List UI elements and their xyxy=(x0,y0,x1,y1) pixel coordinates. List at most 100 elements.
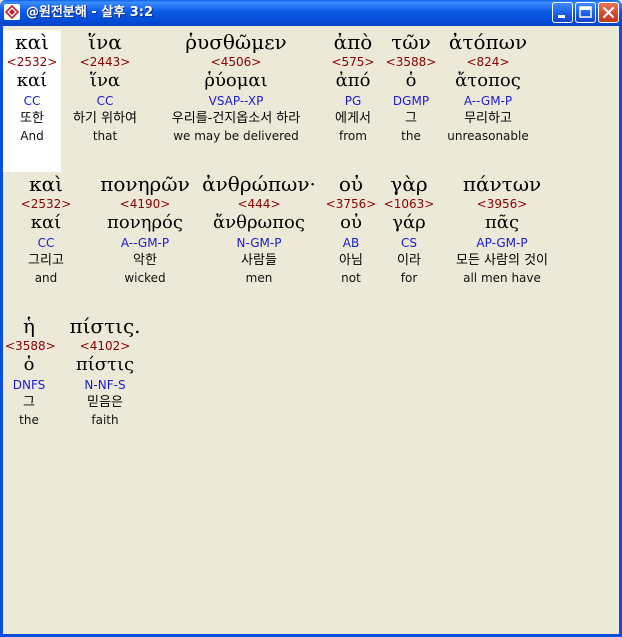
korean-gloss: 그리고 xyxy=(28,253,64,268)
greek-word: καὶ xyxy=(29,172,63,196)
strong-number[interactable]: <3956> xyxy=(441,196,563,212)
strong-number[interactable]: <4506> xyxy=(151,54,321,70)
word-block[interactable]: καὶ <2532> καί CC 또한 And xyxy=(3,30,61,172)
strong-number[interactable]: <2532> xyxy=(15,196,77,212)
strong-number[interactable]: <4102> xyxy=(61,338,149,354)
english-gloss: and xyxy=(34,271,58,285)
lemma: γάρ xyxy=(392,212,426,233)
close-button[interactable] xyxy=(598,2,619,23)
greek-word: καὶ xyxy=(15,30,49,54)
strong-number[interactable]: <1063> xyxy=(381,196,437,212)
greek-word: πίστις. xyxy=(69,314,141,338)
word-block[interactable]: τῶν <3588> ὁ DGMP 그 the xyxy=(385,30,437,144)
parsing-code: CC xyxy=(37,236,55,250)
word-block[interactable]: ἀπὸ <575> ἀπό PG 에게서 from xyxy=(325,30,381,144)
word-block[interactable]: γὰρ <1063> γάρ CS 이라 for xyxy=(381,172,437,286)
maximize-icon xyxy=(579,6,592,18)
greek-word: ἵνα xyxy=(88,30,122,54)
korean-gloss: 사람들 xyxy=(241,253,277,268)
english-gloss: the xyxy=(401,129,421,143)
lemma: ἵνα xyxy=(89,70,121,91)
interlinear-view: καὶ <2532> καί CC 또한 And ἵνα <2443> ἵνα … xyxy=(3,26,619,634)
strong-number[interactable]: <4190> xyxy=(95,196,195,212)
greek-word: ἡ xyxy=(23,314,35,338)
lemma: καί xyxy=(30,212,62,233)
greek-word: τῶν xyxy=(391,30,431,54)
app-window: @원전분해 - 살후 3:2 καὶ <2532> καί CC 또한 And … xyxy=(0,0,622,637)
parsing-code: CS xyxy=(401,236,417,250)
minimize-button[interactable] xyxy=(552,2,573,23)
parsing-code: A--GM-P xyxy=(463,94,513,108)
word-block[interactable]: καὶ <2532> καί CC 그리고 and xyxy=(15,172,77,286)
word-block[interactable]: ἀνθρώπων· <444> ἄνθρωπος N-GM-P 사람들 men xyxy=(199,172,319,286)
maximize-button[interactable] xyxy=(575,2,596,23)
parsing-code: CC xyxy=(23,94,41,108)
strong-number[interactable]: <2532> xyxy=(3,54,61,70)
strong-number[interactable]: <3756> xyxy=(325,196,377,212)
greek-word: πονηρῶν xyxy=(100,172,190,196)
english-gloss: that xyxy=(92,129,118,143)
english-gloss: all men have xyxy=(463,271,541,285)
english-gloss: for xyxy=(400,271,418,285)
korean-gloss: 하기 위하여 xyxy=(73,111,137,126)
title-bar[interactable]: @원전분해 - 살후 3:2 xyxy=(0,0,622,26)
korean-gloss: 또한 xyxy=(20,111,44,126)
app-icon[interactable] xyxy=(4,4,20,20)
english-gloss: we may be delivered xyxy=(173,129,299,143)
word-block[interactable]: πίστις. <4102> πίστις N-NF-S 믿음은 faith xyxy=(61,314,149,428)
close-icon xyxy=(602,6,615,19)
word-block[interactable]: πονηρῶν <4190> πονηρός A--GM-P 악한 wicked xyxy=(95,172,195,286)
strong-number[interactable]: <824> xyxy=(441,54,535,70)
lemma: ὁ xyxy=(23,354,35,375)
korean-gloss: 무리하고 xyxy=(464,111,512,126)
greek-word: ἀτόπων xyxy=(448,30,528,54)
strong-number[interactable]: <444> xyxy=(199,196,319,212)
korean-gloss: 악한 xyxy=(133,253,157,268)
minimize-icon xyxy=(558,15,565,18)
word-block[interactable]: ἡ <3588> ὁ DNFS 그 the xyxy=(5,314,56,428)
greek-word: ἀνθρώπων· xyxy=(202,172,316,196)
english-gloss: faith xyxy=(91,413,119,427)
english-gloss: from xyxy=(339,129,367,143)
greek-word: οὐ xyxy=(338,172,364,196)
word-block[interactable]: ἀτόπων <824> ἄτοπος A--GM-P 무리하고 unreaso… xyxy=(441,30,535,144)
english-gloss: not xyxy=(341,271,361,285)
parsing-code: VSAP--XP xyxy=(208,94,264,108)
strong-number[interactable]: <3588> xyxy=(5,338,56,354)
client-area: καὶ <2532> καί CC 또한 And ἵνα <2443> ἵνα … xyxy=(3,26,619,634)
lemma: ἄνθρωπος xyxy=(213,212,305,233)
lemma: ἀπό xyxy=(335,70,371,91)
lemma: ῥύομαι xyxy=(204,70,268,91)
english-gloss: wicked xyxy=(124,271,166,285)
english-gloss: And xyxy=(20,129,44,143)
korean-gloss: 우리를-건지옵소서 하라 xyxy=(171,111,301,126)
lemma: πίστις xyxy=(75,354,135,375)
lemma: ὁ xyxy=(405,70,417,91)
strong-number[interactable]: <2443> xyxy=(63,54,147,70)
parsing-code: A--GM-P xyxy=(120,236,170,250)
parsing-code: DNFS xyxy=(12,378,46,392)
korean-gloss: 그 xyxy=(405,111,417,126)
parsing-code: CC xyxy=(96,94,114,108)
strong-number[interactable]: <3588> xyxy=(385,54,437,70)
korean-gloss: 믿음은 xyxy=(87,395,123,410)
lemma: καί xyxy=(16,70,48,91)
parsing-code: N-NF-S xyxy=(84,378,126,392)
word-block[interactable]: πάντων <3956> πᾶς AP-GM-P 모든 사람의 것이 all … xyxy=(441,172,563,286)
korean-gloss: 그 xyxy=(23,395,35,410)
english-gloss: men xyxy=(245,271,273,285)
word-block[interactable]: ἵνα <2443> ἵνα CC 하기 위하여 that xyxy=(63,30,147,144)
lemma: ἄτοπος xyxy=(455,70,521,91)
english-gloss: unreasonable xyxy=(447,129,529,143)
greek-word: ἀπὸ xyxy=(333,30,373,54)
lemma: οὐ xyxy=(340,212,362,233)
parsing-code: PG xyxy=(344,94,362,108)
korean-gloss: 아님 xyxy=(339,253,363,268)
greek-word: ῥυσθῶμεν xyxy=(185,30,287,54)
strong-number[interactable]: <575> xyxy=(325,54,381,70)
korean-gloss: 모든 사람의 것이 xyxy=(456,253,548,268)
word-block[interactable]: ῥυσθῶμεν <4506> ῥύομαι VSAP--XP 우리를-건지옵소… xyxy=(151,30,321,144)
parsing-code: DGMP xyxy=(392,94,430,108)
word-block[interactable]: οὐ <3756> οὐ AB 아님 not xyxy=(325,172,377,286)
parsing-code: N-GM-P xyxy=(236,236,282,250)
